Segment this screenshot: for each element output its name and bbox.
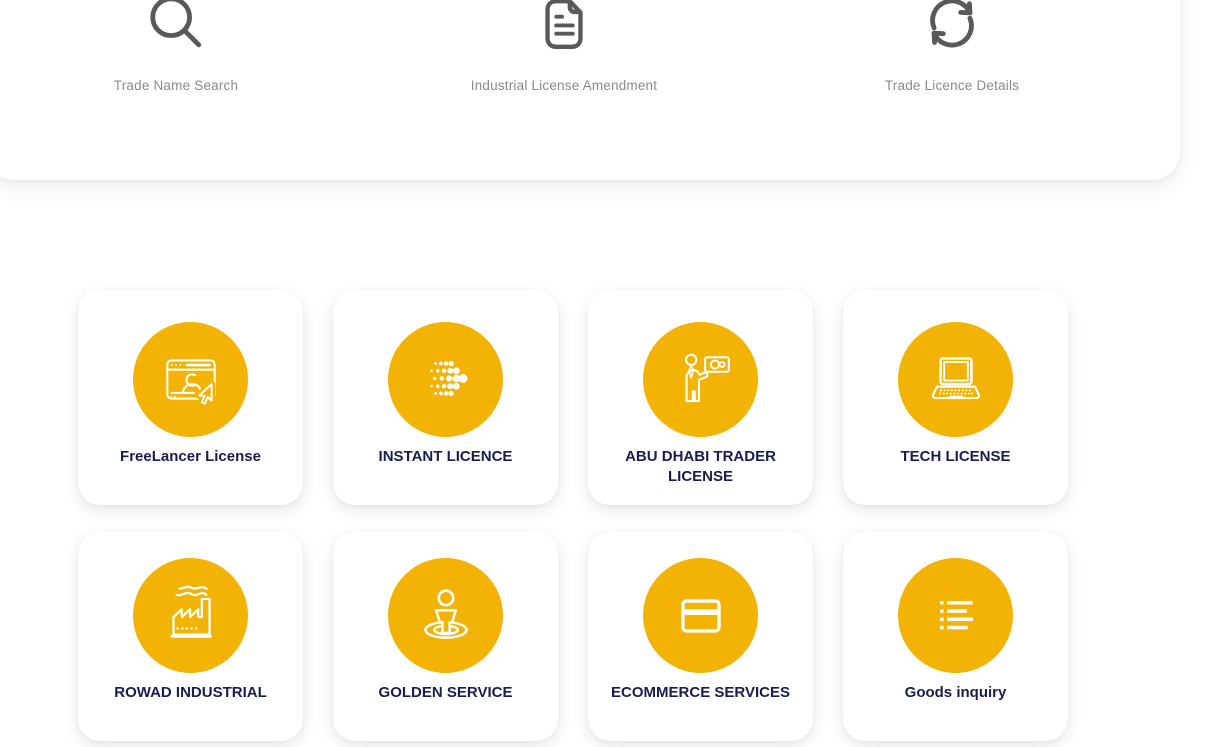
service-card-freelancer-license[interactable]: FreeLancer License [78,290,303,505]
trader-banknote-icon [643,322,758,437]
service-card-label: INSTANT LICENCE [363,447,529,467]
quick-link-trade-name-search[interactable]: Trade Name Search [26,0,326,93]
document-icon [533,0,595,56]
credit-card-icon [643,558,758,673]
service-card-rowad-industrial[interactable]: ROWAD INDUSTRIAL [78,532,303,741]
quick-link-label: Trade Name Search [114,78,238,93]
service-card-label: TECH LICENSE [884,447,1026,467]
factory-icon [133,558,248,673]
service-card-ecommerce-services[interactable]: ECOMMERCE SERVICES [588,532,813,741]
quick-link-industrial-license-amendment[interactable]: Industrial License Amendment [414,0,714,93]
sync-icon [921,0,983,56]
service-card-abu-dhabi-trader-license[interactable]: ABU DHABI TRADER LICENSE [588,290,813,505]
quick-links-panel: Trade Name Search Industrial License Ame… [0,0,1180,180]
service-card-label: ABU DHABI TRADER LICENSE [588,447,813,488]
dotted-arrow-icon [388,322,503,437]
search-icon [145,0,207,56]
service-card-label: ECOMMERCE SERVICES [595,683,806,703]
freelancer-browser-cursor-icon [133,322,248,437]
service-card-tech-license[interactable]: TECH LICENSE [843,290,1068,505]
service-card-label: Goods inquiry [889,683,1023,703]
service-card-instant-licence[interactable]: INSTANT LICENCE [333,290,558,505]
service-card-label: FreeLancer License [104,447,277,467]
service-card-label: ROWAD INDUSTRIAL [98,683,283,703]
service-card-label: GOLDEN SERVICE [363,683,529,703]
service-card-golden-service[interactable]: GOLDEN SERVICE [333,532,558,741]
person-pin-icon [388,558,503,673]
bullet-list-icon [898,558,1013,673]
quick-link-trade-licence-details[interactable]: Trade Licence Details [802,0,1102,93]
service-card-goods-inquiry[interactable]: Goods inquiry [843,532,1068,741]
quick-link-label: Trade Licence Details [885,78,1019,93]
laptop-icon [898,322,1013,437]
quick-link-label: Industrial License Amendment [471,78,657,93]
